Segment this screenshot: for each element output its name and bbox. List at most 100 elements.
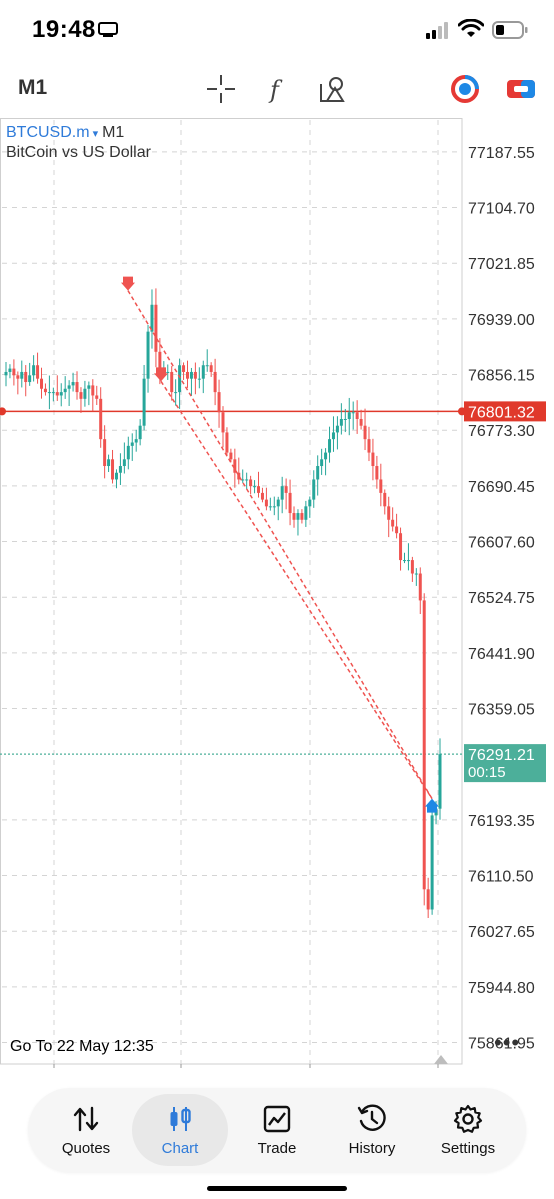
timeframe-selector[interactable]: M1 (18, 76, 47, 100)
candle-body (51, 392, 55, 394)
crosshair-icon[interactable] (204, 72, 238, 106)
candle-body (205, 365, 209, 367)
candle-body (296, 513, 300, 520)
indicators-icon[interactable]: f (260, 72, 294, 106)
chart-grid (0, 118, 463, 1065)
candle-body (331, 432, 335, 440)
symbol-header[interactable]: BTCUSD.m ▾ M1 (6, 124, 124, 142)
candle-body (418, 573, 422, 601)
candle-body (399, 533, 403, 561)
chart-icon (170, 1107, 191, 1131)
candle-body (8, 368, 12, 372)
nav-history[interactable]: History (324, 1094, 420, 1166)
objects-icon[interactable] (316, 72, 350, 106)
price-chart[interactable]: 77187.55 77104.70 77021.85 76939.00 76856.15… (0, 118, 554, 1068)
candle-body (300, 513, 304, 520)
candle-body (379, 479, 383, 493)
candle-body (197, 378, 201, 380)
candle-body (67, 385, 71, 389)
candle-body (32, 365, 36, 376)
candle-body (371, 452, 375, 467)
price-label: 76607.60 (468, 535, 535, 552)
candle-body (138, 425, 142, 440)
candle-body (324, 452, 328, 460)
nav-label: Settings (440, 1140, 496, 1157)
candle-body (383, 492, 387, 507)
nav-settings[interactable]: Settings (420, 1094, 516, 1166)
candle-body (339, 418, 343, 426)
price-label: 76773.30 (468, 423, 535, 440)
screen-mirroring-icon (98, 22, 118, 37)
bottom-navigation: Quotes Chart Trade History Settings (28, 1088, 526, 1172)
status-time: 19:48 (32, 16, 96, 43)
candle-body (217, 392, 221, 413)
home-indicator (207, 1186, 347, 1191)
symbol-timeframe: M1 (102, 124, 125, 141)
price-label: 77021.85 (468, 256, 535, 273)
candle-body (134, 439, 138, 443)
candle-body (59, 392, 63, 396)
candle-body (249, 479, 253, 487)
candle-body (75, 382, 79, 393)
candle-body (268, 506, 272, 508)
candle-body (430, 815, 434, 910)
candle-body (426, 889, 430, 910)
candle-body (363, 425, 367, 440)
candle-body (367, 439, 371, 453)
candle-body (438, 754, 442, 809)
trade-mode-icon[interactable] (448, 72, 482, 106)
candle-body (312, 479, 316, 500)
candle-body (328, 439, 332, 453)
more-options-icon[interactable]: ••• (494, 1030, 520, 1056)
candle-body (174, 392, 178, 394)
price-label: 75944.80 (468, 980, 535, 997)
chart-lines (0, 407, 466, 755)
symbol-description: BitCoin vs US Dollar (6, 144, 151, 161)
candle-body (99, 398, 103, 440)
candle-body (284, 486, 288, 493)
candle-body (4, 371, 8, 376)
candle-body (126, 445, 130, 460)
chart-shift-icon (434, 1055, 448, 1064)
candle-body (414, 573, 418, 575)
candle-body (43, 388, 47, 393)
candle-body (387, 506, 391, 520)
candle-body (122, 459, 126, 467)
price-label: 77104.70 (468, 201, 535, 218)
chart-toolbar: M1 f (0, 64, 554, 114)
trade-icon (263, 1105, 291, 1133)
candle-body (71, 382, 75, 386)
candle-body (375, 466, 379, 480)
candle-body (201, 365, 205, 379)
history-icon (357, 1104, 386, 1131)
nav-trade[interactable]: Trade (229, 1094, 325, 1166)
svg-text:f: f (268, 76, 283, 104)
chart-canvas[interactable]: 77187.55 77104.70 77021.85 76939.00 76856.15… (0, 118, 554, 1068)
one-click-trading-icon[interactable] (504, 72, 538, 106)
candle-body (87, 385, 91, 389)
candles (4, 288, 442, 918)
candle-body (347, 412, 351, 419)
wifi-icon (458, 19, 484, 37)
price-label: 76359.05 (468, 702, 535, 719)
candle-body (395, 526, 399, 534)
candle-body (185, 371, 189, 379)
candle-body (111, 459, 115, 480)
goto-date-label[interactable]: Go To 22 May 12:35 (10, 1038, 154, 1056)
nav-chart[interactable]: Chart (132, 1094, 228, 1166)
symbol-dropdown-icon[interactable]: ▾ (93, 128, 99, 140)
candle-body (304, 506, 308, 520)
price-axis: 77187.55 77104.70 77021.85 76939.00 76856.15… (464, 145, 546, 1053)
candle-body (253, 486, 257, 488)
candle-body (146, 331, 150, 379)
sell-arrow-icon (121, 276, 135, 291)
symbol-name[interactable]: BTCUSD.m (6, 124, 90, 141)
nav-quotes[interactable]: Quotes (38, 1094, 134, 1166)
candle-body (320, 459, 324, 467)
candle-body (24, 371, 28, 383)
candle-body (91, 385, 95, 396)
candle-body (343, 418, 347, 420)
trade-annotations (121, 276, 439, 813)
bid-price-value: 76291.21 (468, 747, 535, 764)
candle-body (193, 371, 197, 379)
